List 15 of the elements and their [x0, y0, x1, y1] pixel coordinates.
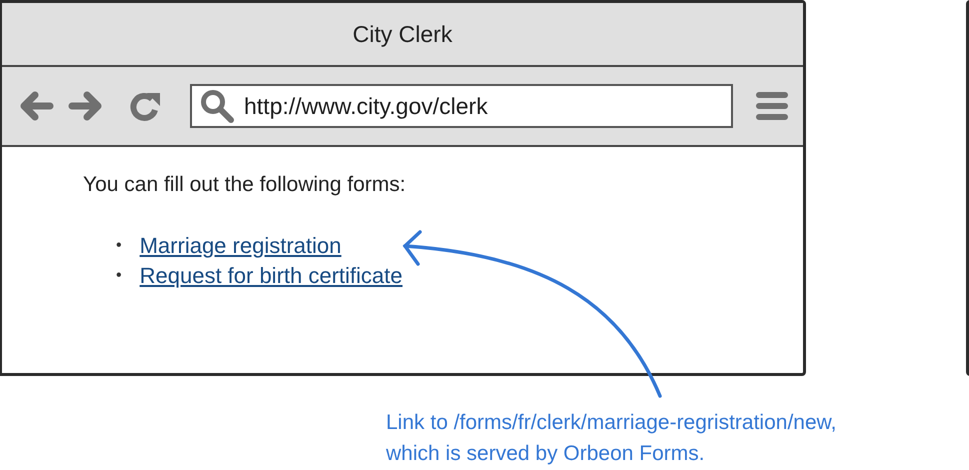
address-bar[interactable]: http://www.city.gov/clerk: [190, 84, 733, 128]
window-title: City Clerk: [352, 20, 452, 48]
back-icon[interactable]: [18, 90, 54, 122]
intro-text: You can fill out the following forms:: [83, 173, 407, 197]
reload-icon[interactable]: [128, 90, 162, 122]
search-icon: [200, 89, 234, 123]
annotation-text: which is served by Orbeon Forms.: [386, 441, 706, 467]
form-link[interactable]: Request for birth certificate: [140, 263, 403, 289]
url-text: http://www.city.gov/clerk: [244, 92, 488, 120]
list-bullet: •: [116, 237, 122, 255]
form-link[interactable]: Marriage registration: [140, 233, 342, 259]
menu-icon[interactable]: [755, 90, 789, 122]
forward-icon[interactable]: [68, 90, 104, 122]
annotation-text: Link to /forms/fr/clerk/marriage-regristration/new,: [386, 410, 836, 436]
list-bullet: •: [116, 267, 122, 285]
